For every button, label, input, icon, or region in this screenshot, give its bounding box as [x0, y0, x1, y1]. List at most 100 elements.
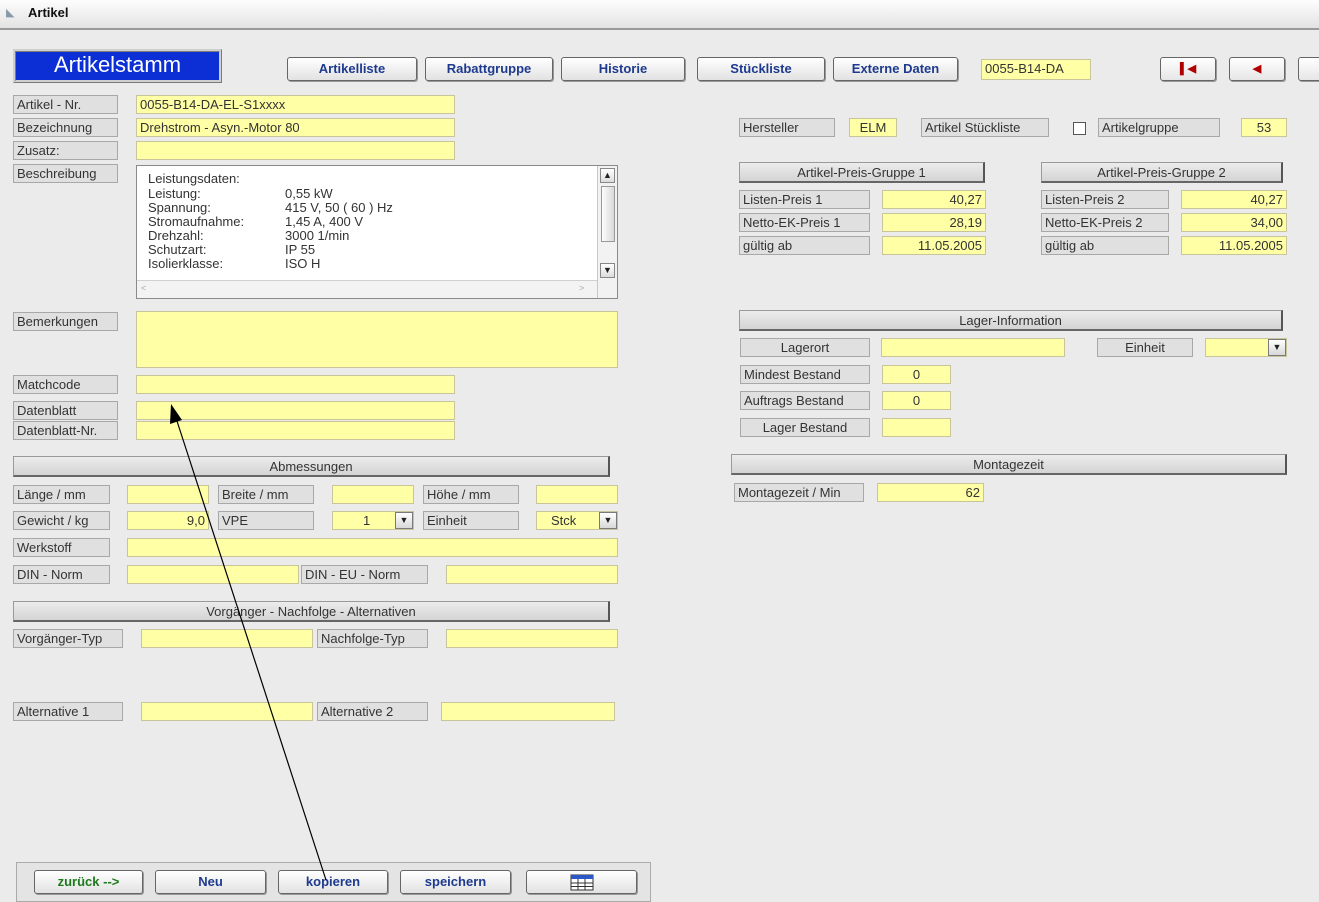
- spec-key: Drehzahl:: [148, 228, 204, 243]
- previous-record-button[interactable]: ◀: [1229, 57, 1285, 81]
- din-norm-field[interactable]: [127, 565, 299, 584]
- rabattgruppe-button[interactable]: Rabattgruppe: [425, 57, 553, 81]
- spec-value: 1,45 A, 400 V: [285, 214, 364, 229]
- chevron-down-icon[interactable]: ▼: [1268, 339, 1286, 356]
- einheit-select[interactable]: Stck ▼: [536, 511, 618, 530]
- mindest-bestand-label: Mindest Bestand: [740, 365, 870, 384]
- spec-value: 3000 1/min: [285, 228, 350, 243]
- din-eu-norm-label: DIN - EU - Norm: [301, 565, 428, 584]
- artikelgruppe-field[interactable]: 53: [1241, 118, 1287, 137]
- alternative-2-field[interactable]: [441, 702, 615, 721]
- preis-gruppe-1-header: Artikel-Preis-Gruppe 1: [739, 162, 985, 183]
- horizontal-scrollbar[interactable]: < >: [137, 280, 597, 298]
- artikel-nr-field[interactable]: 0055-B14-DA-EL-S1xxxx: [136, 95, 455, 114]
- listen-preis-1-field[interactable]: 40,27: [882, 190, 986, 209]
- first-record-icon: ▌◀: [1179, 63, 1197, 75]
- spec-key: Stromaufnahme:: [148, 214, 245, 229]
- nachfolge-header: Vorgänger - Nachfolge - Alternativen: [13, 601, 610, 622]
- externe-daten-button[interactable]: Externe Daten: [833, 57, 958, 81]
- gueltig-ab-2-field[interactable]: 11.05.2005: [1181, 236, 1287, 255]
- beschreibung-heading: Leistungsdaten:: [148, 171, 240, 186]
- gewicht-label: Gewicht / kg: [13, 511, 110, 530]
- first-record-button[interactable]: ▌◀: [1160, 57, 1216, 81]
- din-norm-label: DIN - Norm: [13, 565, 110, 584]
- werkstoff-field[interactable]: [127, 538, 618, 557]
- montagezeit-field[interactable]: 62: [877, 483, 984, 502]
- chevron-down-icon[interactable]: ▼: [599, 512, 617, 529]
- gueltig-ab-1-field[interactable]: 11.05.2005: [882, 236, 986, 255]
- scroll-thumb[interactable]: [601, 186, 615, 242]
- neu-button[interactable]: Neu: [155, 870, 266, 894]
- vorgaenger-field[interactable]: [141, 629, 313, 648]
- netto-ek-2-field[interactable]: 34,00: [1181, 213, 1287, 232]
- lagerort-label: Lagerort: [740, 338, 870, 357]
- scroll-down-icon[interactable]: ▼: [600, 263, 615, 278]
- hoehe-label: Höhe / mm: [423, 485, 519, 504]
- alternative-1-field[interactable]: [141, 702, 313, 721]
- alternative-1-label: Alternative 1: [13, 702, 123, 721]
- artikelgruppe-label: Artikelgruppe: [1098, 118, 1220, 137]
- zurueck-button[interactable]: zurück -->: [34, 870, 143, 894]
- chevron-down-icon[interactable]: ▼: [395, 512, 413, 529]
- datenblatt-field[interactable]: [136, 401, 455, 420]
- lagerort-field[interactable]: [881, 338, 1065, 357]
- vpe-select[interactable]: 1 ▼: [332, 511, 414, 530]
- laenge-field[interactable]: [127, 485, 209, 504]
- spec-value: ISO H: [285, 256, 321, 271]
- kopieren-button[interactable]: kopieren: [278, 870, 388, 894]
- listen-preis-1-label: Listen-Preis 1: [739, 190, 870, 209]
- gewicht-field[interactable]: 9,0: [127, 511, 209, 530]
- lager-information-header: Lager-Information: [739, 310, 1283, 331]
- preis-gruppe-2-header: Artikel-Preis-Gruppe 2: [1041, 162, 1283, 183]
- matchcode-field[interactable]: [136, 375, 455, 394]
- spec-key: Leistung:: [148, 186, 201, 201]
- historie-button[interactable]: Historie: [561, 57, 685, 81]
- din-eu-norm-field[interactable]: [446, 565, 618, 584]
- lager-einheit-select[interactable]: ▼: [1205, 338, 1287, 357]
- abmessungen-header: Abmessungen: [13, 456, 610, 477]
- alternative-2-label: Alternative 2: [317, 702, 428, 721]
- laenge-label: Länge / mm: [13, 485, 110, 504]
- bezeichnung-field[interactable]: Drehstrom - Asyn.-Motor 80: [136, 118, 455, 137]
- spec-value: IP 55: [285, 242, 316, 257]
- netto-ek-2-label: Netto-EK-Preis 2: [1041, 213, 1169, 232]
- spec-key: Schutzart:: [148, 242, 207, 257]
- datenblatt-nr-field[interactable]: [136, 421, 455, 440]
- table-view-button[interactable]: [526, 870, 637, 894]
- scroll-up-icon[interactable]: ▲: [600, 168, 615, 183]
- app-icon: ◣: [6, 7, 15, 19]
- listen-preis-2-field[interactable]: 40,27: [1181, 190, 1287, 209]
- hersteller-field[interactable]: ELM: [849, 118, 897, 137]
- auftrags-bestand-field[interactable]: 0: [882, 391, 951, 410]
- montagezeit-header: Montagezeit: [731, 454, 1287, 475]
- spec-value: 0,55 kW: [285, 186, 333, 201]
- scroll-right-icon[interactable]: >: [579, 283, 584, 293]
- hoehe-field[interactable]: [536, 485, 618, 504]
- hersteller-label: Hersteller: [739, 118, 835, 137]
- gueltig-ab-2-label: gültig ab: [1041, 236, 1169, 255]
- zusatz-field[interactable]: [136, 141, 455, 160]
- netto-ek-1-field[interactable]: 28,19: [882, 213, 986, 232]
- spec-value: 415 V, 50 ( 60 ) Hz: [285, 200, 393, 215]
- scroll-left-icon[interactable]: <: [141, 283, 146, 293]
- einheit-value: Stck: [551, 513, 577, 528]
- werkstoff-label: Werkstoff: [13, 538, 110, 557]
- bemerkungen-field[interactable]: [136, 311, 618, 368]
- stueckliste-button[interactable]: Stückliste: [697, 57, 825, 81]
- beschreibung-textarea[interactable]: Leistungsdaten: Leistung: 0,55 kW Spannu…: [136, 165, 618, 299]
- spec-key: Isolierklasse:: [148, 256, 224, 271]
- form-title: Artikelstamm: [13, 49, 222, 83]
- stueckliste-checkbox[interactable]: [1073, 122, 1086, 135]
- breite-label: Breite / mm: [218, 485, 314, 504]
- speichern-button[interactable]: speichern: [400, 870, 511, 894]
- artikelliste-button[interactable]: Artikelliste: [287, 57, 417, 81]
- mindest-bestand-field[interactable]: 0: [882, 365, 951, 384]
- next-record-button[interactable]: [1298, 57, 1319, 81]
- vertical-scrollbar[interactable]: ▲ ▼: [597, 166, 617, 298]
- lager-bestand-field[interactable]: [882, 418, 951, 437]
- breite-field[interactable]: [332, 485, 414, 504]
- montagezeit-label: Montagezeit / Min: [734, 483, 864, 502]
- nachfolge-field[interactable]: [446, 629, 618, 648]
- current-article-field[interactable]: 0055-B14-DA: [981, 59, 1091, 80]
- bemerkungen-label: Bemerkungen: [13, 312, 118, 331]
